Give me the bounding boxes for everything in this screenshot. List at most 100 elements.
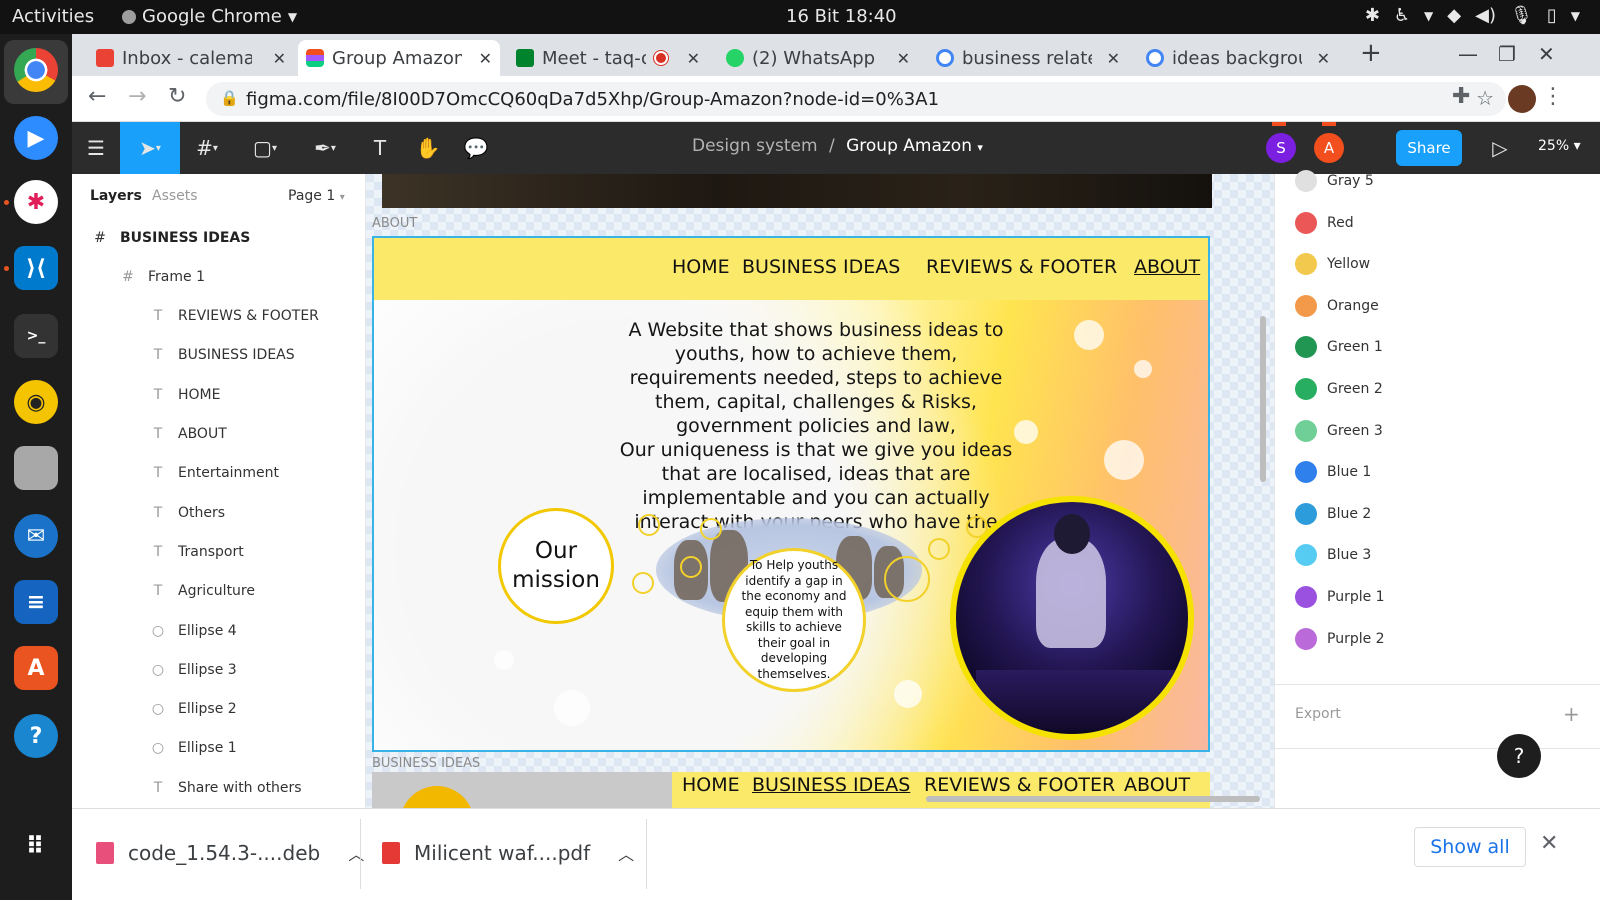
help-icon[interactable]: ?	[14, 714, 58, 758]
close-icon[interactable]: ✕	[1107, 49, 1120, 68]
tab-gmail[interactable]: Inbox - calemas ✕	[88, 40, 294, 76]
dj-image[interactable]	[950, 496, 1194, 740]
present-icon[interactable]: ▷	[1482, 122, 1518, 174]
reload-icon[interactable]: ↻	[168, 84, 186, 109]
nav-business-ideas[interactable]: BUSINESS IDEAS	[742, 256, 900, 278]
vertical-scrollbar[interactable]	[1260, 316, 1266, 482]
terminal-icon[interactable]: >_	[14, 314, 58, 358]
new-tab-button[interactable]: +	[1360, 38, 1382, 68]
layer-item[interactable]: T ABOUT	[72, 415, 365, 454]
chevron-up-icon[interactable]: ︿	[348, 841, 364, 865]
share-button[interactable]: Share	[1396, 130, 1462, 166]
layer-item[interactable]: T HOME	[72, 375, 365, 414]
color-style-item[interactable]: Red	[1295, 208, 1354, 238]
software-center-icon[interactable]: A	[14, 646, 58, 690]
layer-item[interactable]: # Frame 1	[72, 257, 365, 296]
close-icon[interactable]: ✕	[479, 49, 492, 68]
pen-tool-icon[interactable]: ✒ ▾	[300, 122, 350, 174]
chevron-up-icon[interactable]: ︿	[618, 841, 634, 865]
tab-figma[interactable]: Group Amazon - ✕	[298, 40, 500, 76]
rhythmbox-icon[interactable]: ◉	[14, 380, 58, 424]
goal-circle[interactable]: To Help youths identify a gap in the eco…	[722, 548, 866, 692]
zoom-icon[interactable]: ▶	[14, 116, 58, 160]
close-icon[interactable]: ✕	[897, 49, 910, 68]
color-style-item[interactable]: Blue 1	[1295, 457, 1371, 487]
file-name[interactable]: Group Amazon	[846, 136, 972, 156]
layer-item[interactable]: T BUSINESS IDEAS	[72, 336, 365, 375]
about-frame[interactable]: HOME BUSINESS IDEAS REVIEWS & FOOTER ABO…	[372, 236, 1210, 752]
hand-tool-icon[interactable]: ✋	[408, 122, 448, 174]
show-applications-icon[interactable]: ⠿	[14, 824, 58, 868]
previous-frame-image[interactable]	[382, 174, 1212, 208]
layer-item[interactable]: T REVIEWS & FOOTER	[72, 297, 365, 336]
layer-item[interactable]: ○ Ellipse 1	[72, 729, 365, 768]
more-menu-icon[interactable]: ⋮	[1542, 84, 1564, 109]
maximize-icon[interactable]: ❐	[1498, 42, 1516, 66]
chevron-down-icon[interactable]: ▾	[977, 141, 983, 154]
breadcrumb-project[interactable]: Design system	[692, 136, 818, 156]
avatar[interactable]: S	[1266, 133, 1296, 163]
close-icon[interactable]: ✕	[273, 49, 286, 68]
layer-item[interactable]: T Agriculture	[72, 572, 365, 611]
system-tray[interactable]: ✱ ♿ ▼ ◆ ◀) 🎙 ▯ ▼	[1365, 5, 1580, 26]
frame-tool-icon[interactable]: # ▾	[182, 122, 232, 174]
chrome-icon[interactable]	[14, 48, 58, 92]
nav-reviews-footer[interactable]: REVIEWS & FOOTER	[924, 774, 1115, 796]
layer-item[interactable]: ○ Ellipse 4	[72, 611, 365, 650]
mission-circle[interactable]: Our mission	[498, 508, 614, 624]
layer-item[interactable]: T Others	[72, 493, 365, 532]
color-style-item[interactable]: Green 3	[1295, 416, 1383, 446]
close-icon[interactable]: ✕	[1317, 49, 1330, 68]
close-icon[interactable]: ✕	[687, 49, 700, 68]
color-style-item[interactable]: Purple 2	[1295, 624, 1385, 654]
color-style-item[interactable]: Green 2	[1295, 374, 1383, 404]
forward-icon[interactable]: →	[128, 84, 146, 109]
slack-icon[interactable]: ✱	[14, 180, 58, 224]
zoom-control[interactable]: 25% ▾	[1538, 138, 1581, 154]
page-selector[interactable]: Page 1 ▾	[288, 188, 345, 204]
add-export-icon[interactable]: +	[1563, 702, 1580, 726]
business-ideas-frame[interactable]: HOME BUSINESS IDEAS REVIEWS & FOOTER ABO…	[372, 772, 1210, 808]
download-item[interactable]: Milicent waf....pdf ︿	[382, 833, 634, 873]
frame-label-about[interactable]: ABOUT	[372, 216, 417, 231]
color-style-item[interactable]: Purple 1	[1295, 582, 1385, 612]
nav-reviews-footer[interactable]: REVIEWS & FOOTER	[926, 256, 1117, 278]
close-icon[interactable]: ✕	[1540, 831, 1558, 856]
layer-item[interactable]: T Transport	[72, 532, 365, 571]
layer-item[interactable]: # BUSINESS IDEAS	[72, 218, 365, 257]
tab-google-business[interactable]: business relate ✕	[928, 40, 1128, 76]
horizontal-scrollbar[interactable]	[926, 796, 1260, 802]
layer-item[interactable]: T Entertainment	[72, 454, 365, 493]
text-tool-icon[interactable]: T	[360, 122, 400, 174]
nav-business-ideas[interactable]: BUSINESS IDEAS	[752, 774, 910, 796]
vscode-icon[interactable]: ⟩⟨	[14, 246, 58, 290]
color-style-item[interactable]: Blue 2	[1295, 499, 1371, 529]
color-style-item[interactable]: Yellow	[1295, 249, 1370, 279]
move-tool-icon[interactable]: ➤ ▾	[120, 122, 180, 174]
extensions-icon[interactable]: ✚	[1452, 84, 1470, 109]
files-icon[interactable]	[14, 446, 58, 490]
color-style-item[interactable]: Blue 3	[1295, 540, 1371, 570]
color-style-item[interactable]: Orange	[1295, 291, 1379, 321]
clock[interactable]: 16 Bit 18:40	[786, 6, 897, 27]
nav-about[interactable]: ABOUT	[1124, 774, 1190, 796]
nav-home[interactable]: HOME	[682, 774, 740, 796]
layer-item[interactable]: T Share with others	[72, 768, 365, 807]
avatar[interactable]: A	[1314, 133, 1344, 163]
app-menu[interactable]: Google Chrome ▼	[122, 6, 297, 27]
layer-item[interactable]: ○ Ellipse 3	[72, 650, 365, 689]
thunderbird-icon[interactable]: ✉	[14, 514, 58, 558]
download-item[interactable]: code_1.54.3-....deb ︿	[96, 833, 364, 873]
tab-google-ideas[interactable]: ideas backgrou ✕	[1138, 40, 1338, 76]
profile-avatar[interactable]	[1508, 85, 1536, 113]
show-all-button[interactable]: Show all	[1414, 827, 1526, 867]
main-menu-icon[interactable]: ☰	[72, 122, 120, 174]
breadcrumb[interactable]: Design system / Group Amazon ▾	[692, 136, 983, 156]
back-icon[interactable]: ←	[88, 84, 106, 109]
tab-layers[interactable]: Layers	[90, 188, 142, 204]
shape-tool-icon[interactable]: ▢ ▾	[240, 122, 290, 174]
minimize-icon[interactable]: —	[1458, 42, 1478, 66]
bookmark-star-icon[interactable]: ☆	[1476, 86, 1494, 110]
help-button[interactable]: ?	[1497, 734, 1541, 778]
writer-icon[interactable]: ≡	[14, 580, 58, 624]
